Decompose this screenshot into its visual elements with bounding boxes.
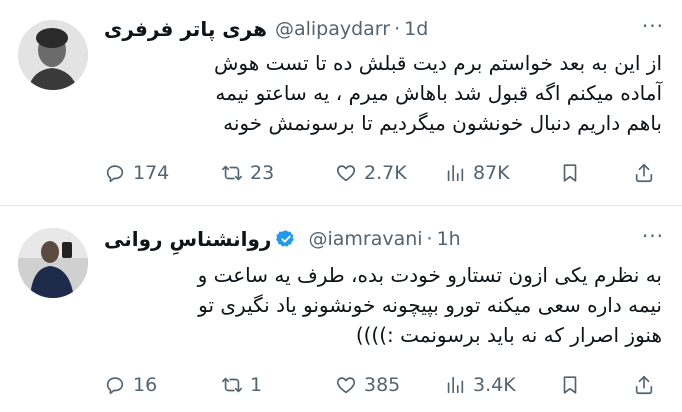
like-icon — [336, 377, 356, 394]
display-name[interactable]: هری پاتر فرفری — [104, 17, 267, 41]
user-handle[interactable]: @iamravani — [308, 228, 422, 250]
share-icon — [635, 375, 653, 395]
tweet-header: هری پاتر فرفری @alipaydarr · 1d ··· — [104, 14, 664, 44]
tweet-text-line: باهم داریم دنبال خونشون میگردیم تا برسون… — [223, 111, 662, 135]
views-icon — [447, 376, 464, 394]
views-count: 3.4K — [473, 374, 516, 396]
bookmark-icon — [563, 164, 577, 182]
user-handle[interactable]: @alipaydarr — [275, 18, 390, 40]
like-icon — [336, 165, 356, 182]
reply-count: 16 — [133, 374, 158, 396]
bookmark-button[interactable] — [559, 374, 588, 396]
tweet-text-line: آماده میکنم اگه قبول شد باهاش میرم ، یه … — [215, 81, 662, 105]
views-icon — [447, 164, 464, 182]
bookmark-icon — [563, 376, 577, 394]
separator-dot: · — [426, 228, 433, 250]
share-button[interactable] — [633, 162, 662, 184]
like-button[interactable]: 385 — [335, 374, 400, 396]
tweet-text-line: نیمه داره سعی میکنه تورو بپیچونه خونشونو… — [198, 293, 662, 317]
retweet-button[interactable]: 23 — [221, 162, 274, 184]
views-count: 87K — [473, 162, 510, 184]
display-name[interactable]: روانشناسِ روانی — [104, 227, 271, 251]
reply-icon — [106, 165, 124, 183]
action-bar: 174 23 2.7K 87K — [104, 158, 664, 188]
separator-dot: · — [394, 18, 401, 40]
tweet-text-line: هنوز اصرار که نه باید برسونمت :)))) — [355, 323, 662, 347]
retweet-count: 1 — [250, 374, 263, 396]
tweet-header: روانشناسِ روانی @iamravani · 1h ··· — [104, 224, 664, 254]
verified-badge-icon — [276, 230, 295, 247]
reply-icon — [106, 377, 124, 395]
share-button[interactable] — [633, 374, 662, 396]
tweet-text: از این به بعد خواستم برم دیت قبلش ده تا … — [104, 48, 662, 138]
tweet-text-line: به نظرم یکی ازون تستارو خودت بده، طرف یه… — [197, 263, 662, 287]
timestamp[interactable]: 1d — [404, 18, 428, 40]
avatar[interactable] — [18, 20, 88, 90]
retweet-icon — [222, 165, 242, 181]
avatar-image — [18, 228, 88, 298]
retweet-button[interactable]: 1 — [221, 374, 262, 396]
reply-count: 174 — [133, 162, 170, 184]
bookmark-button[interactable] — [559, 162, 588, 184]
tweet[interactable]: روانشناسِ روانی @iamravani · 1h ··· به ن… — [0, 206, 682, 412]
avatar[interactable] — [18, 228, 88, 298]
like-count: 385 — [364, 374, 401, 396]
more-icon[interactable]: ··· — [642, 224, 664, 248]
tweet[interactable]: هری پاتر فرفری @alipaydarr · 1d ··· از ا… — [0, 0, 682, 206]
share-icon — [635, 163, 653, 183]
tweet-text: به نظرم یکی ازون تستارو خودت بده، طرف یه… — [104, 260, 662, 350]
action-bar: 16 1 385 3.4K — [104, 370, 664, 400]
avatar-image — [18, 20, 88, 90]
reply-button[interactable]: 174 — [104, 162, 169, 184]
retweet-count: 23 — [250, 162, 275, 184]
views-button[interactable]: 3.4K — [444, 374, 516, 396]
retweet-icon — [222, 377, 242, 393]
tweet-text-line: از این به بعد خواستم برم دیت قبلش ده تا … — [213, 51, 662, 75]
timestamp[interactable]: 1h — [437, 228, 461, 250]
like-count: 2.7K — [364, 162, 407, 184]
more-icon[interactable]: ··· — [642, 14, 664, 38]
reply-button[interactable]: 16 — [104, 374, 157, 396]
views-button[interactable]: 87K — [444, 162, 510, 184]
like-button[interactable]: 2.7K — [335, 162, 407, 184]
